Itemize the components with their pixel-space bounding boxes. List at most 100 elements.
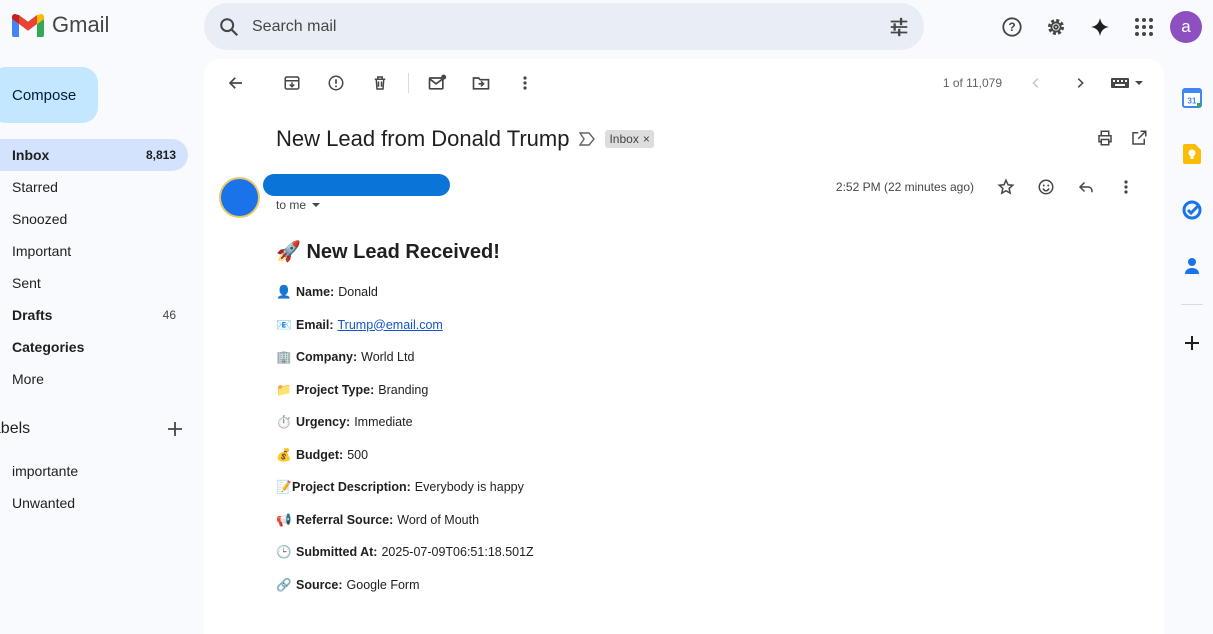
field-label: Urgency: — [296, 415, 351, 429]
archive-icon[interactable] — [270, 67, 314, 99]
settings-gear-icon[interactable] — [1034, 10, 1078, 44]
chip-close-icon[interactable]: × — [643, 132, 650, 146]
sidebar-item-inbox[interactable]: Inbox 8,813 — [0, 139, 188, 171]
more-vert-icon[interactable] — [503, 67, 547, 99]
google-contacts-icon[interactable] — [1176, 238, 1208, 294]
apps-grid-icon[interactable] — [1122, 10, 1166, 44]
recipient-line[interactable]: to me — [276, 198, 322, 212]
search-options-icon[interactable] — [888, 16, 910, 38]
field-value: Branding — [378, 382, 429, 397]
sidebar-item-drafts[interactable]: Drafts 46 — [0, 299, 188, 331]
field-label: Company: — [296, 350, 358, 364]
message-more-vert-icon[interactable] — [1106, 173, 1146, 201]
inbox-count: 8,813 — [145, 148, 176, 162]
account-avatar[interactable]: a — [1170, 11, 1202, 43]
newer-chevron-left-icon[interactable] — [1014, 67, 1058, 99]
field-label: Referral Source: — [296, 512, 394, 527]
field-email: 📧 Email: Trump@email.com — [276, 311, 534, 344]
reply-arrow-icon[interactable] — [1066, 173, 1106, 201]
field-label: Budget: — [296, 447, 344, 462]
add-label-icon[interactable] — [167, 421, 183, 437]
sidebar-item-label: Important — [12, 243, 72, 259]
inbox-label-chip[interactable]: Inbox × — [605, 130, 654, 148]
back-arrow-icon[interactable] — [214, 67, 258, 99]
email-subject-row: New Lead from Donald Trump Inbox × — [276, 126, 654, 152]
field-label: Project Description: — [292, 480, 411, 494]
field-urgency: ⏱️ Urgency: Immediate — [276, 408, 534, 441]
link-emoji-icon: 🔗 — [276, 577, 292, 592]
sidebar-item-label: More — [12, 371, 44, 387]
field-value: Word of Mouth — [397, 512, 480, 527]
pager-text: 1 of 11,079 — [942, 76, 1002, 90]
search-input[interactable] — [252, 17, 888, 36]
field-submitted-at: 🕒 Submitted At: 2025-07-09T06:51:18.501Z — [276, 538, 534, 571]
calendar-day-text: 31 — [1188, 97, 1197, 106]
label-item-unwanted[interactable]: Unwanted — [0, 487, 188, 519]
field-project-type: 📁 Project Type: Branding — [276, 376, 534, 409]
heading-text: New Lead Received! — [306, 241, 500, 263]
older-chevron-right-icon[interactable] — [1058, 67, 1102, 99]
gmail-m-icon — [12, 13, 44, 37]
email-toolbar — [214, 67, 547, 99]
mark-unread-icon[interactable] — [415, 67, 459, 99]
sidebar-item-label: Snoozed — [12, 211, 68, 227]
sender-avatar[interactable] — [219, 177, 260, 218]
field-referral-source: 📢 Referral Source: Word of Mouth — [276, 506, 534, 539]
sidebar-item-label: Inbox — [12, 147, 50, 163]
email-time: 2:52 PM (22 minutes ago) — [835, 180, 974, 194]
google-keep-icon[interactable] — [1176, 126, 1208, 182]
rail-divider — [1181, 304, 1203, 305]
sidebar-item-important[interactable]: Important — [0, 235, 188, 267]
show-details-dropdown-icon[interactable] — [310, 200, 322, 210]
gmail-wordmark: Gmail — [52, 12, 110, 37]
sidebar-item-sent[interactable]: Sent — [0, 267, 188, 299]
email-subject: New Lead from Donald Trump — [276, 126, 570, 151]
report-spam-icon[interactable] — [314, 67, 358, 99]
labels-list: importante Unwanted — [0, 455, 188, 519]
search-icon[interactable] — [218, 16, 240, 38]
move-to-folder-icon[interactable] — [459, 67, 503, 99]
side-panel-rail: 31 — [1176, 70, 1208, 371]
google-calendar-icon[interactable]: 31 — [1176, 70, 1208, 126]
sidebar-item-label: Drafts — [12, 307, 53, 323]
sidebar-item-snoozed[interactable]: Snoozed — [0, 203, 188, 235]
sidebar-nav: Inbox 8,813 Starred Snoozed Important Se… — [0, 139, 188, 395]
field-label: Submitted At: — [296, 545, 378, 559]
search-bar[interactable] — [204, 3, 924, 50]
sidebar-item-categories[interactable]: Categories — [0, 331, 188, 363]
star-icon[interactable] — [986, 173, 1026, 201]
clock-emoji-icon: 🕒 — [276, 545, 292, 559]
open-in-new-window-icon[interactable] — [1130, 129, 1148, 147]
field-value: 500 — [347, 447, 369, 462]
sidebar-item-label: Categories — [12, 339, 85, 355]
compose-button[interactable]: Compose — [0, 67, 98, 123]
email-body: 🚀 New Lead Received! 👤 Name: Donald 📧 Email… — [276, 239, 534, 603]
add-reaction-emoji-icon[interactable] — [1026, 173, 1066, 201]
to-me-text: to me — [276, 198, 307, 212]
email-link[interactable]: Trump@email.com — [338, 318, 443, 332]
field-company: 🏢 Company: World Ltd — [276, 343, 534, 376]
sender-name-redacted — [263, 174, 450, 196]
field-value: Google Form — [346, 577, 420, 592]
importance-marker-icon[interactable] — [579, 132, 596, 146]
envelope-emoji-icon: 📧 — [276, 317, 292, 332]
get-addons-plus-icon[interactable] — [1176, 315, 1208, 371]
pagination: 1 of 11,079 — [943, 67, 1154, 99]
field-value: World Ltd — [361, 350, 415, 364]
google-tasks-icon[interactable] — [1176, 182, 1208, 238]
field-budget: 💰 Budget: 500 — [276, 441, 534, 474]
gemini-sparkle-icon[interactable] — [1078, 10, 1122, 44]
sidebar-item-more[interactable]: More — [0, 363, 188, 395]
email-heading: 🚀 New Lead Received! — [276, 239, 534, 264]
label-item-importante[interactable]: importante — [0, 455, 188, 487]
help-icon[interactable]: ? — [990, 10, 1034, 44]
labels-heading: Labels — [0, 420, 31, 437]
stopwatch-emoji-icon: ⏱️ — [276, 415, 292, 429]
print-icon[interactable] — [1096, 129, 1114, 147]
labels-section-header: Labels — [0, 420, 183, 438]
gmail-logo[interactable]: Gmail — [12, 12, 109, 38]
input-tools-keyboard-icon[interactable] — [1102, 67, 1154, 99]
sidebar-item-starred[interactable]: Starred — [0, 171, 188, 203]
delete-trash-icon[interactable] — [358, 67, 402, 99]
megaphone-emoji-icon: 📢 — [276, 512, 292, 527]
